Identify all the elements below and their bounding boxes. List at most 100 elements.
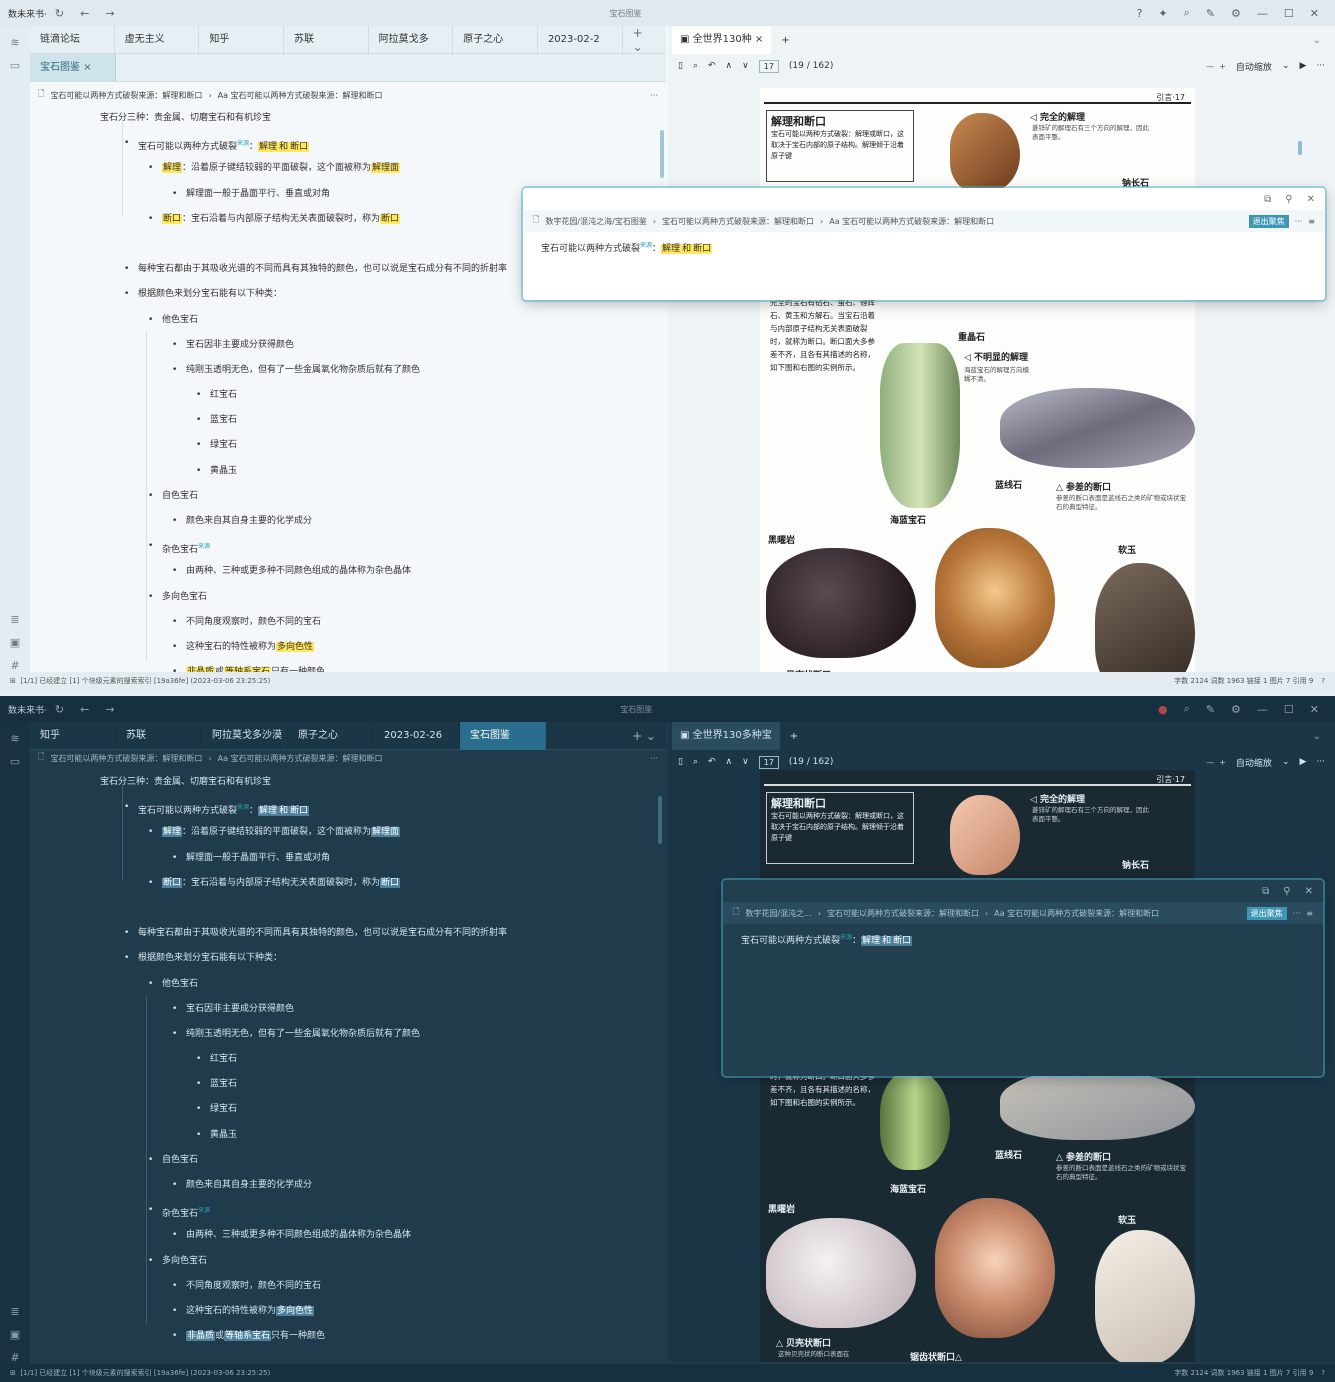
sync-icon[interactable]: ↻: [55, 703, 64, 716]
tab[interactable]: 虚无主义: [115, 25, 200, 54]
breadcrumb-item[interactable]: 数字花园/混沌之...: [745, 908, 811, 919]
outline-line[interactable]: • 红宝石: [30, 1047, 666, 1072]
tab-active[interactable]: 宝石图鉴 ×: [30, 53, 116, 82]
close-icon[interactable]: ✕: [1307, 194, 1315, 205]
bullet-icon[interactable]: •: [172, 660, 177, 672]
forward-icon[interactable]: →: [105, 703, 114, 716]
outline-line[interactable]: • 蓝宝石: [30, 1072, 666, 1097]
outline-line[interactable]: • 他色宝石: [30, 972, 666, 997]
search-icon[interactable]: ⌕: [693, 61, 698, 71]
tab[interactable]: 知乎: [199, 25, 284, 54]
outline-line[interactable]: • 不同角度观察时，颜色不同的宝石: [30, 1274, 666, 1299]
scrollbar[interactable]: [660, 130, 664, 178]
pdf-tab[interactable]: ▣ 全世界130多种宝: [672, 722, 780, 750]
scrollbar[interactable]: [1298, 141, 1302, 155]
outline-line[interactable]: • 绿宝石: [30, 1097, 666, 1122]
bullet-icon[interactable]: •: [172, 1299, 177, 1324]
bullet-icon[interactable]: •: [148, 308, 153, 333]
outline-line[interactable]: • 这种宝石的特性被称为多向色性: [30, 635, 666, 660]
add-tab-icon[interactable]: +: [771, 35, 799, 46]
zoom-select[interactable]: 自动缩放: [1236, 756, 1272, 769]
close-icon[interactable]: ✕: [1310, 703, 1319, 716]
outline-line[interactable]: • 纯刚玉透明无色，但有了一些金属氧化物杂质后就有了颜色: [30, 1022, 666, 1047]
tab[interactable]: 苏联: [116, 721, 202, 750]
edit-icon[interactable]: ✎: [1206, 7, 1215, 20]
outline-line[interactable]: • 杂色宝石来源: [30, 534, 666, 559]
outline-line[interactable]: • 自色宝石: [30, 1148, 666, 1173]
bullet-icon[interactable]: •: [148, 585, 153, 610]
outline-line[interactable]: [30, 896, 666, 921]
bullet-icon[interactable]: •: [172, 358, 177, 383]
add-tab-icon[interactable]: + ⌄: [622, 729, 666, 743]
settings-icon[interactable]: ⚙: [1231, 703, 1241, 716]
bullet-icon[interactable]: •: [148, 534, 153, 559]
rotate-icon[interactable]: ↶: [708, 61, 716, 71]
outline-line[interactable]: •非晶质或等轴系宝石只有一种颜色: [30, 660, 666, 672]
bullet-icon[interactable]: •: [196, 1047, 201, 1072]
bullet-icon[interactable]: •: [148, 871, 153, 896]
more-icon[interactable]: ···: [1316, 757, 1325, 767]
next-page-icon[interactable]: ∨: [742, 757, 749, 767]
bullet-icon[interactable]: •: [172, 997, 177, 1022]
bullet-icon[interactable]: •: [172, 610, 177, 635]
open-icon[interactable]: ⧉: [1262, 886, 1269, 897]
bullet-icon[interactable]: •: [148, 207, 153, 232]
layers-icon[interactable]: ≋: [10, 36, 19, 49]
bullet-icon[interactable]: •: [196, 433, 201, 458]
outline-line[interactable]: • 根据颜色来划分宝石能有以下种类：: [30, 946, 666, 971]
doc-icon[interactable]: 🗋: [38, 751, 44, 765]
tab[interactable]: 阿拉莫戈多沙漠: [202, 721, 288, 750]
tab[interactable]: 2023-02-2: [538, 25, 623, 54]
help-icon[interactable]: ?: [1321, 1369, 1325, 1377]
stack-icon[interactable]: ≣: [10, 1305, 19, 1318]
outline-line[interactable]: • 宝石可能以两种方式破裂来源：解理和断口: [30, 795, 666, 820]
inbox-icon[interactable]: ▭: [10, 755, 20, 768]
bullet-icon[interactable]: •: [196, 1097, 201, 1122]
source-tag[interactable]: 来源: [237, 140, 249, 147]
layers-icon[interactable]: ≋: [10, 732, 19, 745]
bullet-icon[interactable]: •: [196, 408, 201, 433]
prev-page-icon[interactable]: ∧: [726, 61, 733, 71]
outline-line[interactable]: • 杂色宝石来源: [30, 1198, 666, 1223]
breadcrumb-item[interactable]: 宝石可能以两种方式破裂来源：解理和断口: [50, 90, 202, 101]
outline-line[interactable]: • 颜色来自其自身主要的化学成分: [30, 1173, 666, 1198]
outline-line[interactable]: • 纯刚玉透明无色，但有了一些金属氧化物杂质后就有了颜色: [30, 358, 666, 383]
outline-line[interactable]: • 不同角度观察时，颜色不同的宝石: [30, 610, 666, 635]
hash-icon[interactable]: #: [10, 659, 19, 672]
bullet-icon[interactable]: •: [196, 383, 201, 408]
status-icon[interactable]: ⊞: [10, 1369, 16, 1377]
scrollbar[interactable]: [658, 796, 662, 844]
more-icon[interactable]: ···: [1295, 217, 1303, 226]
bullet-icon[interactable]: •: [172, 509, 177, 534]
minimize-icon[interactable]: —: [1257, 7, 1268, 20]
page-input[interactable]: 17: [758, 59, 779, 73]
chevron-down-icon[interactable]: ⌄: [1313, 731, 1335, 742]
menu-icon[interactable]: ≡: [1306, 909, 1313, 918]
outline-line[interactable]: • 宝石因非主要成分获得颜色: [30, 997, 666, 1022]
outline-line[interactable]: • 黄晶玉: [30, 459, 666, 484]
tab[interactable]: 原子之心: [453, 25, 538, 54]
bullet-icon[interactable]: •: [172, 1274, 177, 1299]
rotate-icon[interactable]: ↶: [708, 757, 716, 767]
zoom-select[interactable]: 自动缩放: [1236, 60, 1272, 73]
sidebar-toggle-icon[interactable]: ▯: [678, 61, 683, 71]
search-icon[interactable]: ⌕: [1184, 6, 1190, 20]
breadcrumb-item[interactable]: Aa 宝石可能以两种方式破裂来源：解理和断口: [218, 90, 383, 101]
open-icon[interactable]: ⧉: [1264, 194, 1271, 205]
edit-icon[interactable]: ✎: [1206, 703, 1215, 716]
forward-icon[interactable]: →: [105, 7, 114, 20]
breadcrumb-item[interactable]: 宝石可能以两种方式破裂来源：解理和断口: [50, 753, 202, 764]
bullet-icon[interactable]: •: [172, 333, 177, 358]
card-icon[interactable]: ▣: [10, 1328, 20, 1341]
bullet-icon[interactable]: •: [148, 1148, 153, 1173]
inbox-icon[interactable]: ▭: [10, 59, 20, 72]
play-icon[interactable]: ▶: [1299, 757, 1306, 767]
bullet-icon[interactable]: •: [148, 972, 153, 997]
source-tag[interactable]: 来源: [237, 804, 249, 811]
record-icon[interactable]: ●: [1158, 703, 1168, 716]
add-tab-icon[interactable]: + ⌄: [623, 26, 666, 54]
pin-icon[interactable]: ⚲: [1285, 194, 1292, 205]
bullet-icon[interactable]: •: [124, 131, 129, 156]
pin-icon[interactable]: ✦: [1158, 7, 1167, 20]
tab[interactable]: 原子之心: [288, 721, 374, 750]
